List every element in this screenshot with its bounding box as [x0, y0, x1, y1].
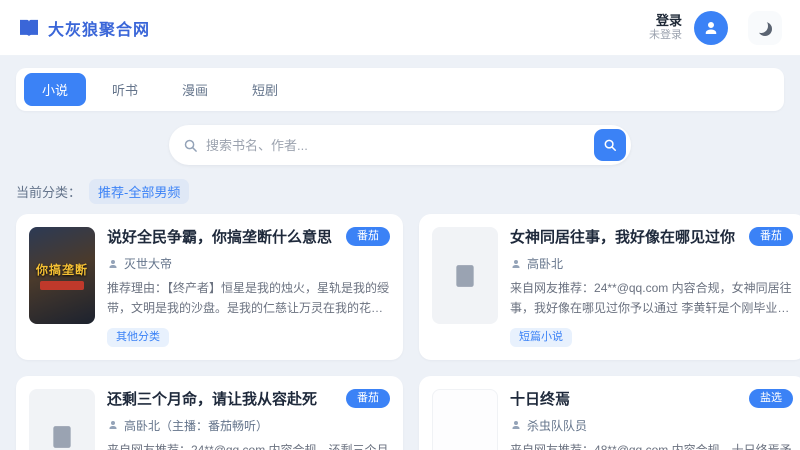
search-row: [0, 125, 800, 165]
book-card[interactable]: 女神同居往事，我好像在哪见过你 番茄 高卧北 来自网友推荐：24**@qq.co…: [419, 214, 800, 360]
author-icon: [107, 258, 119, 270]
author-icon: [107, 419, 119, 431]
author-icon: [510, 419, 522, 431]
site-title: 大灰狼聚合网: [48, 21, 151, 39]
author-icon: [510, 258, 522, 270]
author-name: 杀虫队队员: [527, 418, 588, 433]
book-logo-icon: [18, 19, 40, 37]
user-icon: [702, 19, 720, 37]
source-badge: 番茄: [749, 227, 794, 246]
media-type-tabbar: 小说 听书 漫画 短剧: [16, 68, 784, 111]
book-placeholder-icon: [452, 263, 478, 289]
header: 大灰狼聚合网 登录 未登录: [0, 0, 800, 56]
book-cover-placeholder: [29, 388, 95, 450]
book-cover-image: 你搞垄断: [29, 227, 95, 324]
search-icon: [183, 138, 198, 153]
tab-comic[interactable]: 漫画: [164, 73, 226, 106]
book-description: 来自网友推荐：24**@qq.com 内容合规，女神同居往事，我好像在哪见过你予…: [510, 281, 792, 315]
cover-art-ribbon: [40, 281, 84, 290]
logo[interactable]: 大灰狼聚合网: [18, 16, 150, 40]
book-cover-blank: [432, 388, 499, 450]
book-description: 来自网友推荐：48**@qq.com 内容合规，十日终焉予以通过（不后宫，不套路…: [510, 442, 792, 450]
search-submit-icon: [603, 138, 617, 152]
book-card[interactable]: 你搞垄断 说好全民争霸，你搞垄断什么意思 番茄 灭世大帝 推荐理由：【终产者】恒…: [16, 214, 404, 360]
tab-short-drama[interactable]: 短剧: [234, 73, 296, 106]
moon-icon: [754, 19, 768, 33]
author-name: 高卧北（主播：番茄畅听）: [124, 418, 269, 433]
book-placeholder-icon: [49, 424, 75, 450]
category-tag[interactable]: 其他分类: [107, 327, 169, 347]
login-status: 未登录: [649, 28, 682, 41]
category-value-link[interactable]: 推荐-全部男频: [89, 179, 190, 204]
book-description: 推荐理由：【终产者】恒星是我的烛火，星轨是我的绶带，文明是我的沙盘。是我的仁慈让…: [107, 281, 390, 315]
search-submit-button[interactable]: [594, 129, 626, 161]
book-card[interactable]: 十日终焉 盐选 杀虫队队员 来自网友推荐：48**@qq.com 内容合规，十日…: [419, 375, 800, 450]
author-name: 高卧北: [527, 257, 564, 271]
category-row: 当前分类： 推荐-全部男频: [16, 179, 784, 204]
book-description: 来自网友推荐：24**@qq.com 内容合规，还剩三个月命，请让我从容赴死予以…: [107, 442, 389, 450]
book-card[interactable]: 还剩三个月命，请让我从容赴死 番茄 高卧北（主播：番茄畅听） 来自网友推荐：24…: [16, 375, 404, 450]
source-badge: 番茄: [346, 388, 391, 408]
book-cover-placeholder: [432, 227, 499, 324]
source-badge: 盐选: [749, 388, 794, 408]
source-badge: 番茄: [346, 227, 391, 246]
login-block[interactable]: 登录 未登录: [649, 13, 682, 43]
category-label: 当前分类：: [16, 185, 82, 200]
tab-audiobook[interactable]: 听书: [94, 73, 156, 106]
avatar[interactable]: [694, 10, 728, 45]
cover-art-title: 你搞垄断: [35, 263, 88, 277]
search-input[interactable]: [206, 137, 586, 153]
dark-mode-toggle[interactable]: [748, 10, 782, 45]
category-tag[interactable]: 短篇小说: [510, 327, 573, 347]
book-grid: 你搞垄断 说好全民争霸，你搞垄断什么意思 番茄 灭世大帝 推荐理由：【终产者】恒…: [16, 214, 800, 450]
author-name: 灭世大帝: [124, 257, 173, 271]
search-box: [169, 125, 631, 165]
tab-novel[interactable]: 小说: [24, 73, 87, 106]
login-label[interactable]: 登录: [649, 13, 682, 29]
